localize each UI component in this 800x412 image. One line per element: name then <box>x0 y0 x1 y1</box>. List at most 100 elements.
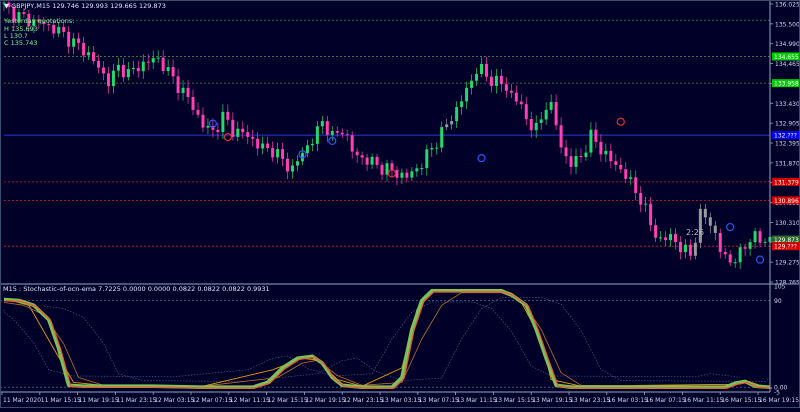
candle-body <box>166 67 170 72</box>
candle <box>539 111 543 130</box>
candle-body <box>440 127 444 148</box>
candle <box>728 250 732 267</box>
candle <box>176 68 180 101</box>
candle <box>261 136 265 155</box>
candle-body <box>743 247 747 249</box>
candle-body <box>52 24 56 34</box>
candle <box>504 77 508 98</box>
time-tick-label: 13 Mar 07:15 <box>419 397 459 404</box>
candle <box>509 83 513 99</box>
sell-circle-marker <box>616 117 625 126</box>
candle-body <box>748 242 752 249</box>
candle-body <box>97 60 101 68</box>
candle-body <box>171 67 175 77</box>
candle-body <box>654 225 658 238</box>
candle-body <box>624 169 628 179</box>
candle-body <box>723 251 727 255</box>
chart-canvas[interactable]: 105900.00-5136.025135.500134.990134.4651… <box>0 0 800 408</box>
symbol-label: GBPJPY,M15 <box>11 2 51 10</box>
candle <box>126 62 130 81</box>
candle-body <box>499 75 503 85</box>
candle <box>733 258 737 268</box>
candle <box>106 66 110 94</box>
candle <box>484 57 488 82</box>
candle <box>529 111 533 138</box>
time-tick-label: 11 Mar 23:15 <box>116 397 156 404</box>
oscillator-layer <box>0 288 773 390</box>
candle <box>191 89 195 116</box>
candle-body <box>261 143 265 149</box>
candle <box>410 167 414 182</box>
candle <box>290 159 294 179</box>
collapse-triangle-icon[interactable]: ▼ <box>4 2 9 10</box>
candle-body <box>673 234 677 242</box>
candle <box>519 94 523 109</box>
candle <box>440 121 444 153</box>
candle-body <box>509 90 513 93</box>
candle-body <box>206 125 210 128</box>
candle-body <box>355 151 359 156</box>
candle <box>594 122 598 148</box>
candle <box>718 228 722 259</box>
level-tag-label-2: 131.379 <box>774 179 799 186</box>
price-tick-label: 130.310 <box>775 220 800 227</box>
time-tick-label: 13 Mar 19:15 <box>532 397 572 404</box>
candle-body <box>669 234 673 241</box>
candle-body <box>241 128 245 133</box>
candle <box>634 170 638 201</box>
candle-body <box>400 172 404 178</box>
candle-body <box>77 38 81 43</box>
price-tick-label: 128.765 <box>775 280 800 287</box>
candle-body <box>121 64 125 78</box>
candle <box>420 163 424 176</box>
time-tick-label: 13 Mar 11:15 <box>457 397 497 404</box>
candle-body <box>539 119 543 123</box>
osc-main-green <box>3 288 771 390</box>
candle <box>514 85 518 105</box>
candle <box>111 63 115 94</box>
candle <box>599 134 603 162</box>
candle-body <box>415 168 419 172</box>
candle <box>738 243 742 270</box>
candle <box>201 107 205 133</box>
candle-body <box>57 27 61 34</box>
buy-circle-marker <box>755 255 765 264</box>
candle-body <box>161 57 165 72</box>
candle-body <box>350 135 354 152</box>
candle-body <box>683 244 687 252</box>
candle <box>226 104 230 126</box>
candle-body <box>290 165 294 172</box>
time-tick-label: 12 Mar 15:15 <box>268 397 308 404</box>
price-tick-label: 131.870 <box>775 160 800 167</box>
candle-body <box>688 244 692 256</box>
candle <box>101 61 105 81</box>
candle-body <box>365 157 369 165</box>
candle <box>430 143 434 157</box>
candle <box>659 231 663 242</box>
candle <box>629 170 633 185</box>
candle <box>713 221 717 241</box>
candle <box>385 159 389 182</box>
candle-body <box>504 84 508 91</box>
candle-body <box>276 149 280 158</box>
time-tick-label: 16 Mar 19:15 <box>759 397 799 404</box>
candle-body <box>609 150 613 162</box>
candle-body <box>484 63 488 77</box>
candle-body <box>425 149 429 169</box>
candle-body <box>708 217 712 226</box>
candle <box>465 81 469 109</box>
candle <box>251 129 255 147</box>
candle-body <box>758 231 762 243</box>
time-tick-label: 12 Mar 11:15 <box>230 397 270 404</box>
candle <box>286 152 290 180</box>
candle-body <box>614 161 618 165</box>
candle-body <box>574 155 578 167</box>
candle-body <box>176 76 180 94</box>
candle <box>375 153 379 169</box>
time-tick-label: 13 Mar 23:15 <box>570 397 610 404</box>
candle <box>276 142 280 164</box>
candle-body <box>693 242 697 256</box>
candle <box>350 131 354 159</box>
chart-window[interactable]: 105 90 0.00 -5 136.025 135.500 134.990 134.465 1… <box>0 0 800 408</box>
outer-frame <box>0 0 800 408</box>
